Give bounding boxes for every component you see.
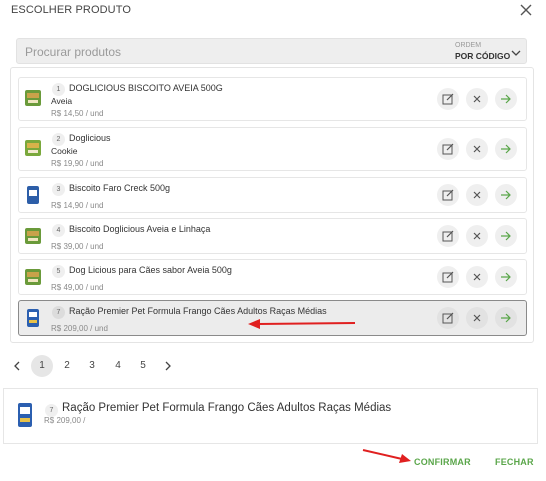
product-name: Doglicious (69, 133, 111, 143)
edit-button[interactable] (437, 225, 459, 247)
product-thumbnail-icon (25, 140, 41, 156)
remove-button[interactable] (466, 88, 488, 110)
edit-icon (442, 93, 454, 105)
chevron-right-icon (165, 361, 171, 371)
page-button-1[interactable]: 1 (31, 355, 53, 377)
product-price: R$ 14,90 / und (51, 201, 104, 210)
product-thumbnail-icon (25, 269, 41, 285)
dialog-header: ESCOLHER PRODUTO (0, 0, 546, 24)
product-thumbnail-icon (27, 309, 39, 327)
close-icon (473, 232, 481, 240)
edit-button[interactable] (437, 138, 459, 160)
product-item-selected[interactable]: 7 Ração Premier Pet Formula Frango Cães … (18, 300, 527, 336)
choose-product-dialog: ESCOLHER PRODUTO ORDEM POR CÓDIGO 1 DOGL… (0, 0, 546, 481)
product-name: Biscoito Doglicious Aveia e Linhaça (69, 224, 211, 234)
remove-button[interactable] (466, 307, 488, 329)
arrow-right-icon (501, 231, 511, 241)
edit-icon (442, 312, 454, 324)
remove-button[interactable] (466, 225, 488, 247)
select-button[interactable] (495, 88, 517, 110)
product-price: R$ 209,00 / und (51, 324, 108, 333)
previous-page-button[interactable] (6, 355, 28, 377)
page-button-2[interactable]: 2 (56, 355, 78, 377)
edit-icon (442, 230, 454, 242)
pagination: 1 2 3 4 5 (0, 355, 546, 377)
product-thumbnail-icon (25, 90, 41, 106)
dialog-title: ESCOLHER PRODUTO (11, 4, 131, 16)
confirm-button[interactable]: CONFIRMAR (414, 457, 471, 467)
product-variant: Cookie (51, 146, 78, 156)
select-button[interactable] (495, 225, 517, 247)
product-code: 4 (52, 224, 65, 237)
product-item[interactable]: 1 DOGLICIOUS BISCOITO AVEIA 500G Aveia R… (18, 77, 527, 121)
product-variant: Aveia (51, 96, 73, 106)
remove-button[interactable] (466, 184, 488, 206)
close-button[interactable]: FECHAR (495, 457, 534, 467)
arrow-right-icon (501, 313, 511, 323)
close-icon (473, 314, 481, 322)
remove-button[interactable] (466, 138, 488, 160)
next-page-button[interactable] (157, 355, 179, 377)
product-price: R$ 14,50 / und (51, 109, 104, 118)
product-code: 1 (52, 83, 65, 96)
page-button-5[interactable]: 5 (132, 355, 154, 377)
edit-icon (442, 271, 454, 283)
edit-icon (442, 189, 454, 201)
selected-product-bar: 7 Ração Premier Pet Formula Frango Cães … (3, 388, 538, 444)
select-button[interactable] (495, 184, 517, 206)
page-button-3[interactable]: 3 (81, 355, 103, 377)
close-icon (473, 191, 481, 199)
chevron-left-icon (14, 361, 20, 371)
product-name: DOGLICIOUS BISCOITO AVEIA 500G (69, 83, 223, 93)
product-price: R$ 39,00 / und (51, 242, 104, 251)
product-item[interactable]: 2 Doglicious Cookie R$ 19,90 / und (18, 127, 527, 171)
selected-product-price: R$ 209,00 / (44, 416, 86, 425)
product-item[interactable]: 4 Biscoito Doglicious Aveia e Linhaça R$… (18, 218, 527, 254)
edit-button[interactable] (437, 307, 459, 329)
arrow-right-icon (501, 94, 511, 104)
edit-button[interactable] (437, 88, 459, 110)
close-icon (473, 95, 481, 103)
product-name: Ração Premier Pet Formula Frango Cães Ad… (69, 306, 327, 316)
edit-button[interactable] (437, 266, 459, 288)
selected-product-thumbnail-icon (18, 403, 32, 427)
product-code: 5 (52, 265, 65, 278)
product-list: 1 DOGLICIOUS BISCOITO AVEIA 500G Aveia R… (10, 67, 534, 343)
chevron-down-icon (511, 50, 521, 56)
order-label: ORDEM (455, 42, 482, 49)
edit-icon (442, 143, 454, 155)
page-button-4[interactable]: 4 (107, 355, 129, 377)
product-price: R$ 19,90 / und (51, 159, 104, 168)
select-button[interactable] (495, 138, 517, 160)
product-name: Dog Licious para Cães sabor Aveia 500g (69, 265, 232, 275)
edit-button[interactable] (437, 184, 459, 206)
close-icon[interactable] (518, 2, 534, 18)
product-code: 2 (52, 133, 65, 146)
arrow-right-icon (501, 190, 511, 200)
close-icon (473, 145, 481, 153)
product-item[interactable]: 3 Biscoito Faro Creck 500g R$ 14,90 / un… (18, 177, 527, 213)
product-code: 3 (52, 183, 65, 196)
product-price: R$ 49,00 / und (51, 283, 104, 292)
product-thumbnail-icon (25, 228, 41, 244)
search-input[interactable] (25, 44, 325, 60)
select-button[interactable] (495, 307, 517, 329)
order-value: POR CÓDIGO (455, 51, 511, 61)
product-name: Biscoito Faro Creck 500g (69, 183, 171, 193)
arrow-right-icon (501, 272, 511, 282)
selected-product-name: Ração Premier Pet Formula Frango Cães Ad… (62, 402, 392, 414)
arrow-right-icon (501, 144, 511, 154)
order-dropdown[interactable]: ORDEM POR CÓDIGO (455, 42, 525, 62)
product-item[interactable]: 5 Dog Licious para Cães sabor Aveia 500g… (18, 259, 527, 295)
select-button[interactable] (495, 266, 517, 288)
annotation-arrow-confirm (362, 449, 411, 463)
product-code: 7 (52, 306, 65, 319)
remove-button[interactable] (466, 266, 488, 288)
product-thumbnail-icon (27, 186, 39, 204)
close-icon (473, 273, 481, 281)
search-bar: ORDEM POR CÓDIGO (16, 38, 527, 64)
